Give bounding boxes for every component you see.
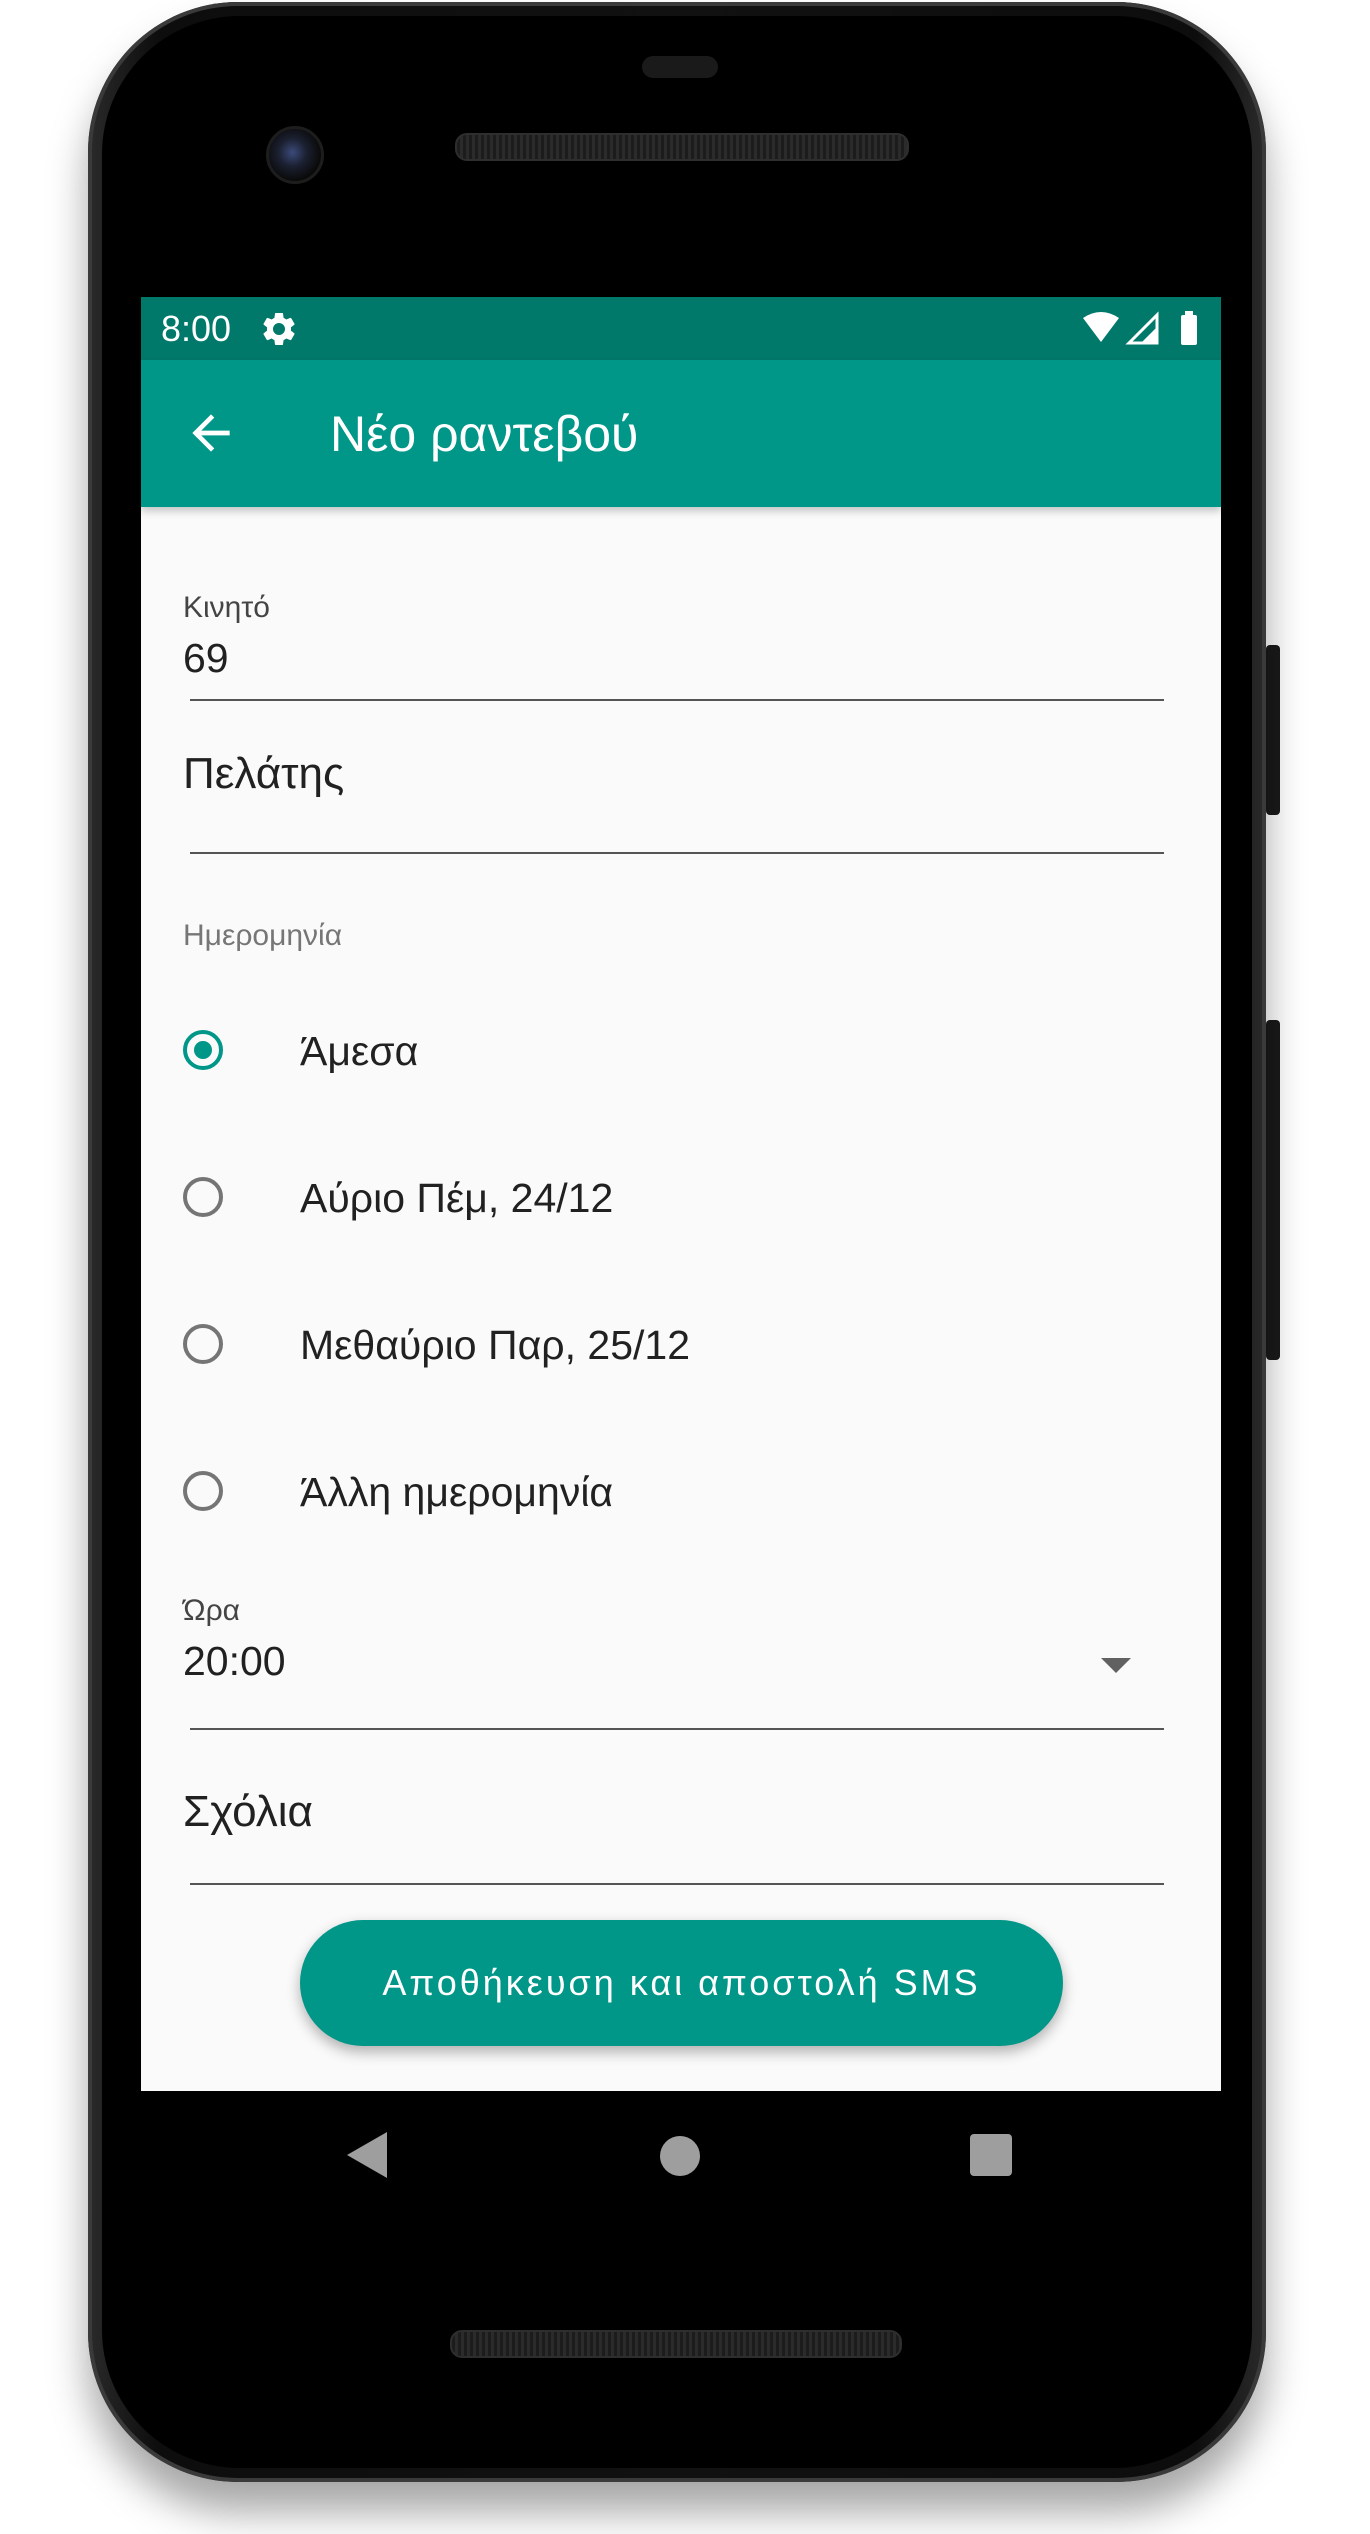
mobile-underline [190, 699, 1164, 701]
customer-placeholder[interactable]: Πελάτης [183, 749, 344, 799]
nav-back-icon[interactable] [345, 2130, 389, 2180]
power-button [1266, 645, 1280, 815]
status-bar: 8:00 [141, 297, 1221, 360]
mobile-field[interactable]: Κινητό 69 [183, 567, 1178, 707]
customer-field[interactable]: Πελάτης [183, 737, 1178, 867]
time-value[interactable]: 20:00 [183, 1638, 286, 1685]
page-title: Νέο ραντεβού [330, 406, 639, 462]
radio-button[interactable] [183, 1177, 223, 1217]
volume-button [1266, 1020, 1280, 1360]
comments-field[interactable]: Σχόλια [183, 1775, 1178, 1895]
mobile-value[interactable]: 69 [183, 635, 229, 682]
time-dropdown[interactable]: Ώρα 20:00 [183, 1594, 1178, 1734]
date-option-other[interactable]: Άλλη ημερομηνία [183, 1444, 1173, 1544]
date-option-label: Άλλη ημερομηνία [300, 1469, 614, 1515]
customer-underline [190, 852, 1164, 854]
mobile-label: Κινητό [183, 591, 270, 624]
time-label: Ώρα [183, 1594, 240, 1627]
date-option-label: Άμεσα [300, 1028, 419, 1074]
date-option-immediate[interactable]: Άμεσα [183, 1003, 1173, 1103]
time-underline [190, 1728, 1164, 1730]
screen: 8:00 Νέο ραντεβού Κινητό 69 Πελάτης Ημερ… [141, 297, 1221, 2091]
app-bar: Νέο ραντεβού [141, 360, 1221, 507]
date-section-label: Ημερομηνία [183, 919, 343, 952]
bottom-speaker [450, 2330, 902, 2358]
status-icons [1083, 311, 1197, 345]
nav-recents-icon[interactable] [970, 2134, 1012, 2176]
date-option-label: Αύριο Πέμ, 24/12 [300, 1175, 614, 1221]
chevron-down-icon[interactable] [1101, 1658, 1131, 1673]
back-arrow-icon[interactable] [183, 405, 239, 461]
save-and-send-sms-button[interactable]: Αποθήκευση και αποστολή SMS [300, 1920, 1063, 2046]
gear-icon [263, 312, 295, 345]
date-option-day-after[interactable]: Μεθαύριο Παρ, 25/12 [183, 1297, 1173, 1397]
earpiece-speaker [455, 133, 909, 161]
radio-button[interactable] [183, 1324, 223, 1364]
wifi-icon [1083, 312, 1119, 342]
radio-button[interactable] [183, 1471, 223, 1511]
comments-underline [190, 1883, 1164, 1885]
date-option-tomorrow[interactable]: Αύριο Πέμ, 24/12 [183, 1150, 1173, 1250]
front-camera [266, 126, 324, 184]
comments-placeholder[interactable]: Σχόλια [183, 1787, 313, 1837]
battery-icon [1181, 315, 1197, 345]
proximity-sensor [642, 56, 718, 78]
date-option-label: Μεθαύριο Παρ, 25/12 [300, 1322, 691, 1368]
nav-home-icon[interactable] [660, 2136, 700, 2176]
status-time: 8:00 [161, 308, 232, 349]
radio-button-checked[interactable] [183, 1030, 223, 1070]
